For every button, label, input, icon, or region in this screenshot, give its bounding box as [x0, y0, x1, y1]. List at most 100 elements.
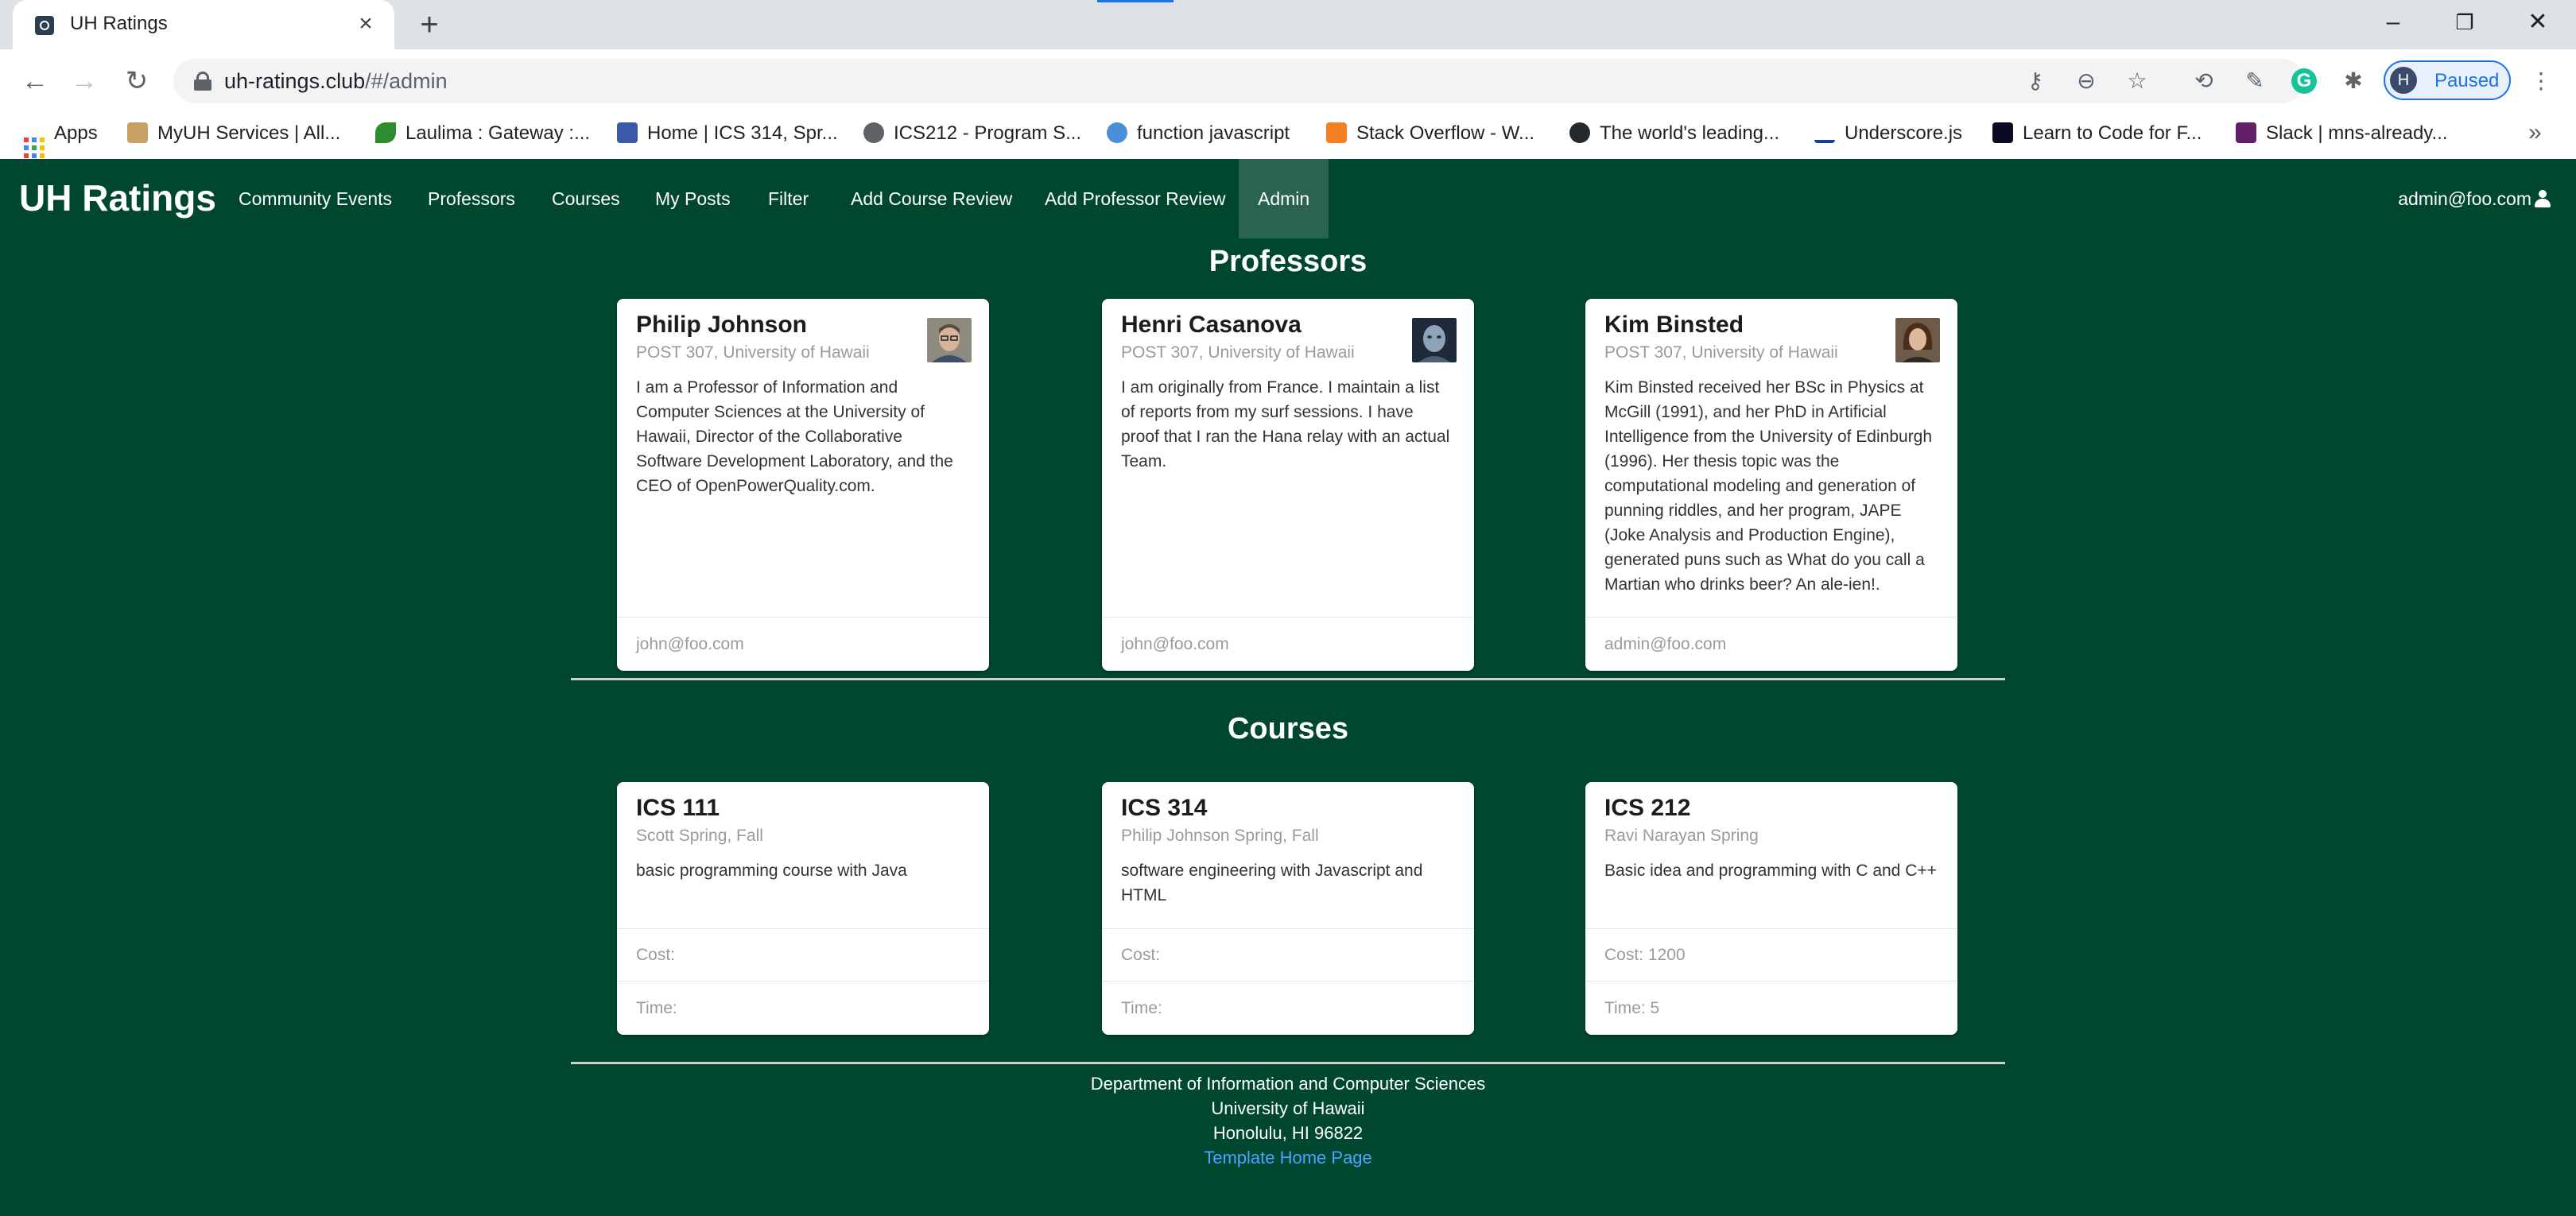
footer-address: Honolulu, HI 96822	[1212, 1123, 1364, 1143]
sync-extension-icon[interactable]: ⟲	[2188, 65, 2220, 97]
browser-tab[interactable]: UH Ratings ×	[13, 0, 394, 49]
stackoverflow-icon	[1326, 122, 1347, 143]
eyedropper-extension-icon[interactable]: ✎	[2239, 65, 2271, 97]
professor-photo	[927, 318, 972, 362]
professor-photo	[1895, 318, 1940, 362]
course-card[interactable]: ICS 111 Scott Spring, Fall basic program…	[617, 782, 989, 1035]
course-description: software engineering with Javascript and…	[1121, 862, 1423, 904]
professor-office: POST 307, University of Hawaii	[636, 343, 870, 362]
professor-name: Philip Johnson	[636, 312, 807, 338]
nav-community-events[interactable]: Community Events	[219, 159, 411, 238]
page-icon	[617, 122, 638, 143]
lock-icon[interactable]	[194, 72, 211, 91]
profile-status: Paused	[2434, 70, 2500, 91]
course-time: Time:	[617, 981, 989, 1035]
bookmark-myuh[interactable]: MyUH Services | All...	[127, 122, 340, 149]
course-cost: Cost:	[1102, 928, 1474, 981]
browser-tabbar: UH Ratings × + – ❐ ✕	[0, 0, 2576, 49]
course-instructor: Ravi Narayan Spring	[1604, 827, 1759, 845]
course-card[interactable]: ICS 212 Ravi Narayan Spring Basic idea a…	[1585, 782, 1957, 1035]
user-menu[interactable]: admin@foo.com	[2398, 159, 2551, 238]
professor-office: POST 307, University of Hawaii	[1604, 343, 1838, 362]
apps-grid-icon	[24, 137, 45, 158]
nav-professors[interactable]: Professors	[409, 159, 534, 238]
globe-icon	[863, 122, 884, 143]
address-bar[interactable]: uh-ratings.club/#/admin ⚷ ⊖ ☆	[173, 59, 2304, 103]
browser-toolbar: ← → ↻ uh-ratings.club/#/admin ⚷ ⊖ ☆ ⟲ ✎ …	[0, 49, 2576, 113]
professor-email: john@foo.com	[1102, 617, 1474, 671]
bookmark-laulima[interactable]: Laulima : Gateway :...	[375, 122, 590, 149]
profile-button[interactable]: H Paused	[2384, 60, 2511, 100]
url-text[interactable]: uh-ratings.club/#/admin	[224, 69, 448, 94]
cloud-icon	[1107, 122, 1127, 143]
bookmark-github[interactable]: The world's leading...	[1569, 122, 1779, 149]
back-button[interactable]: ←	[16, 62, 54, 100]
course-instructor: Philip Johnson Spring, Fall	[1121, 827, 1319, 845]
footer-department: Department of Information and Computer S…	[1090, 1074, 1486, 1094]
uh-logo-icon	[127, 122, 148, 143]
professor-card[interactable]: Kim Binsted POST 307, University of Hawa…	[1585, 299, 1957, 671]
reload-button[interactable]: ↻	[118, 62, 156, 100]
bookmarks-bar: Apps MyUH Services | All... Laulima : Ga…	[0, 113, 2576, 160]
grammarly-icon[interactable]: G	[2291, 68, 2317, 94]
close-window-button[interactable]: ✕	[2506, 5, 2570, 40]
bookmarks-overflow-icon[interactable]: »	[2528, 119, 2542, 146]
course-description: Basic idea and programming with C and C+…	[1604, 862, 1937, 880]
new-tab-button[interactable]: +	[412, 8, 447, 43]
zoom-icon[interactable]: ⊖	[2070, 65, 2102, 97]
template-home-link[interactable]: Template Home Page	[1204, 1148, 1372, 1168]
bookmark-ics212[interactable]: ICS212 - Program S...	[863, 122, 1081, 149]
profile-avatar: H	[2390, 67, 2417, 94]
bookmark-stackoverflow[interactable]: Stack Overflow - W...	[1326, 122, 1534, 149]
bookmark-function-javascript[interactable]: function javascript	[1107, 122, 1290, 149]
user-icon	[2535, 190, 2551, 207]
bookmark-slack[interactable]: Slack | mns-already...	[2236, 122, 2448, 149]
course-time: Time:	[1102, 981, 1474, 1035]
nav-filter[interactable]: Filter	[749, 159, 828, 238]
professors-heading: Professors	[1208, 245, 1368, 278]
course-description: basic programming course with Java	[636, 862, 907, 880]
freecodecamp-icon	[1992, 122, 2013, 143]
courses-heading: Courses	[1227, 712, 1349, 745]
chrome-menu-icon[interactable]: ⋮	[2525, 65, 2557, 97]
brand-logo[interactable]: UH Ratings	[19, 176, 216, 219]
nav-add-professor-review[interactable]: Add Professor Review	[1026, 159, 1245, 238]
restore-window-button[interactable]: ❐	[2433, 5, 2496, 40]
nav-my-posts[interactable]: My Posts	[636, 159, 750, 238]
bookmark-ics314[interactable]: Home | ICS 314, Spr...	[617, 122, 838, 149]
nav-courses[interactable]: Courses	[533, 159, 639, 238]
bookmark-freecodecamp[interactable]: Learn to Code for F...	[1992, 122, 2202, 149]
site-footer: Department of Information and Computer S…	[0, 1071, 2576, 1170]
professor-name: Henri Casanova	[1121, 312, 1302, 338]
bookmark-underscore[interactable]: Underscore.js	[1814, 122, 1962, 149]
leaf-icon	[375, 122, 396, 143]
extensions-puzzle-icon[interactable]: ✱	[2337, 65, 2369, 97]
course-cost: Cost: 1200	[1585, 928, 1957, 981]
course-card[interactable]: ICS 314 Philip Johnson Spring, Fall soft…	[1102, 782, 1474, 1035]
nav-add-course-review[interactable]: Add Course Review	[832, 159, 1031, 238]
minimize-window-button[interactable]: –	[2361, 5, 2425, 40]
slack-icon	[2236, 122, 2256, 143]
footer-divider	[571, 1062, 2005, 1064]
bookmark-star-icon[interactable]: ☆	[2121, 65, 2153, 97]
course-cost: Cost:	[617, 928, 989, 981]
professor-card[interactable]: Philip Johnson POST 307, University of H…	[617, 299, 989, 671]
nav-admin[interactable]: Admin	[1239, 159, 1329, 238]
professor-email: john@foo.com	[617, 617, 989, 671]
key-icon[interactable]: ⚷	[2019, 65, 2051, 97]
github-icon	[1569, 122, 1590, 143]
loading-indicator	[1097, 0, 1174, 2]
forward-button[interactable]: →	[65, 62, 103, 100]
professor-bio: I am originally from France. I maintain …	[1121, 378, 1450, 471]
tab-close-icon[interactable]: ×	[351, 10, 380, 38]
course-name: ICS 314	[1121, 795, 1208, 821]
course-name: ICS 212	[1604, 795, 1691, 821]
professor-bio: I am a Professor of Information and Comp…	[636, 378, 953, 495]
bookmark-apps[interactable]: Apps	[24, 122, 98, 158]
professor-card[interactable]: Henri Casanova POST 307, University of H…	[1102, 299, 1474, 671]
professor-name: Kim Binsted	[1604, 312, 1744, 338]
site-navbar: UH Ratings Community Events Professors C…	[0, 159, 2576, 238]
course-name: ICS 111	[636, 795, 720, 821]
footer-university: University of Hawaii	[1211, 1098, 1365, 1118]
section-divider	[571, 678, 2005, 680]
